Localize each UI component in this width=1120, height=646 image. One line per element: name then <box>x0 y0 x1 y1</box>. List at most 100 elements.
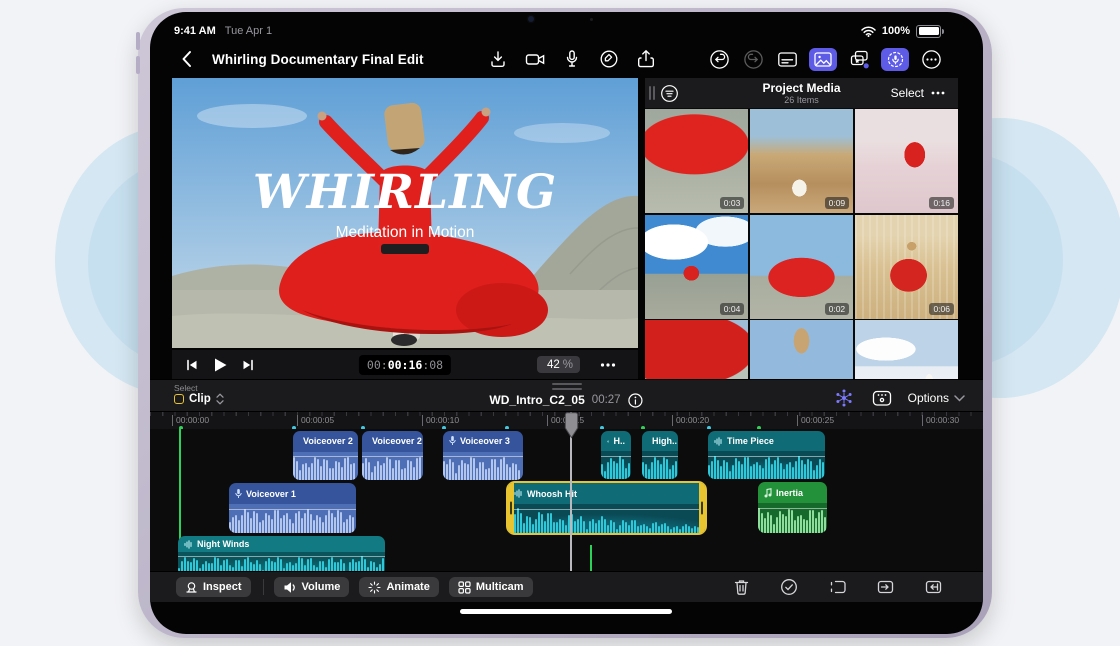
clip-label: H.. <box>613 436 625 446</box>
timecode-hours: 00: <box>367 358 388 372</box>
viewer-subtitle-text: Meditation in Motion <box>336 224 475 241</box>
titles-icon[interactable] <box>775 47 799 71</box>
ruler-tick: 00:00:30 <box>922 415 959 426</box>
viewer-zoom-control[interactable]: 42% <box>537 356 580 373</box>
clip-connection-line <box>590 545 592 571</box>
media-thumbnail[interactable]: 0:03 <box>645 109 748 213</box>
media-panel-header: Project Media 26 Items Select <box>645 78 958 108</box>
chevron-up-down-icon <box>216 393 224 405</box>
record-video-icon[interactable] <box>523 47 547 71</box>
voice-isolation-button[interactable] <box>881 48 909 71</box>
clip-label: Voiceover 2 <box>372 436 422 446</box>
timecode-main: 00:16 <box>388 358 423 372</box>
import-icon[interactable] <box>486 47 510 71</box>
timeline-clip-voiceover1[interactable]: Voiceover 1 <box>229 483 356 533</box>
insert-clip-icon[interactable] <box>873 575 897 599</box>
ruler-tick: 00:00:20 <box>672 415 709 426</box>
zoom-unit: % <box>563 359 573 371</box>
viewer-more-icon[interactable] <box>596 353 620 377</box>
timeline-clip-time-piece[interactable]: Time Piece <box>708 431 825 479</box>
timeline-clip-voiceover3[interactable]: Voiceover 3 <box>443 431 523 480</box>
media-thumbnail[interactable]: 0:16 <box>855 109 958 213</box>
trim-handle-right[interactable] <box>699 483 705 533</box>
inspect-label: Inspect <box>203 581 242 593</box>
media-thumbnail[interactable] <box>855 320 958 379</box>
clip-duration-badge: 0:06 <box>929 303 954 315</box>
timecode-frames: :08 <box>422 358 443 372</box>
effects-browser-icon[interactable] <box>847 47 871 71</box>
volume-button[interactable]: Volume <box>274 577 350 597</box>
undo-icon[interactable] <box>707 47 731 71</box>
media-thumbnail[interactable]: 0:04 <box>645 215 748 319</box>
waveform-icon <box>514 489 523 498</box>
connections-icon[interactable] <box>832 386 856 410</box>
timeline-clip-voiceover2b[interactable]: Voiceover 2 <box>362 431 423 480</box>
media-browser-button[interactable] <box>809 48 837 71</box>
select-tool-icon <box>174 394 184 404</box>
front-camera <box>528 16 534 22</box>
play-button[interactable] <box>208 353 232 377</box>
clip-duration-badge: 0:04 <box>720 303 745 315</box>
transport-bar: 00:00:16:08 42% <box>172 350 638 379</box>
project-media-panel: Project Media 26 Items Select 0:03 0:09 … <box>645 78 958 379</box>
skip-forward-icon[interactable] <box>236 353 260 377</box>
selected-clip-whoosh-hit[interactable]: Whoosh Hit <box>506 481 707 535</box>
timeline-clip-high[interactable]: High.. <box>642 431 678 479</box>
more-icon[interactable] <box>919 47 943 71</box>
multicam-grid-icon <box>458 581 471 594</box>
select-button[interactable]: Select <box>891 86 924 100</box>
info-icon[interactable] <box>628 392 644 408</box>
skip-back-icon[interactable] <box>180 353 204 377</box>
home-indicator[interactable] <box>460 609 672 614</box>
connect-clip-icon[interactable] <box>825 575 849 599</box>
share-icon[interactable] <box>634 47 658 71</box>
redo-icon <box>741 47 765 71</box>
mic-icon[interactable] <box>560 47 584 71</box>
chevron-down-icon <box>954 395 965 402</box>
apple-pencil-icon[interactable] <box>597 47 621 71</box>
options-label: Options <box>908 391 949 405</box>
back-button[interactable] <box>174 47 198 71</box>
animate-icon <box>368 581 381 594</box>
timecode-display[interactable]: 00:00:16:08 <box>359 355 451 375</box>
viewer-title-text: WHIRLING <box>253 165 557 220</box>
animate-button[interactable]: Animate <box>359 577 438 597</box>
multicam-button[interactable]: Multicam <box>449 577 533 597</box>
selected-clip-duration: 00:27 <box>592 394 621 406</box>
volume-up-button <box>136 32 140 50</box>
clip-label: Time Piece <box>727 436 774 446</box>
clip-label: High.. <box>652 436 677 446</box>
ipad-screen: 9:41 AMTue Apr 1 100% Whirling Documenta… <box>150 12 983 634</box>
trim-handle-left[interactable] <box>508 483 514 533</box>
media-grid: 0:03 0:09 0:16 0:04 0:02 0:06 <box>645 109 958 379</box>
timeline-clip-h[interactable]: H.. <box>601 431 631 479</box>
timeline-clip-voiceover2[interactable]: Voiceover 2 <box>293 431 358 480</box>
inspect-button[interactable]: Inspect <box>176 577 251 597</box>
timeline-tracks[interactable]: Voiceover 2 Voiceover 2 Voiceover 3 H.. … <box>150 429 983 571</box>
options-button[interactable]: Options <box>908 391 965 405</box>
timeline-clip-inertia[interactable]: Inertia <box>758 482 827 533</box>
clip-label: Voiceover 1 <box>246 489 296 499</box>
media-thumbnail[interactable] <box>750 320 853 379</box>
media-thumbnail[interactable]: 0:06 <box>855 215 958 319</box>
status-time-date: 9:41 AMTue Apr 1 <box>174 25 272 37</box>
viewer[interactable]: WHIRLING Meditation in Motion <box>172 78 638 348</box>
timeline-grabber[interactable] <box>552 383 582 390</box>
approve-icon[interactable] <box>777 575 801 599</box>
battery-percent: 100% <box>882 25 910 37</box>
clip-label: Voiceover 2 <box>303 436 353 446</box>
clip-label: Night Winds <box>197 539 249 549</box>
multicam-viewer-icon[interactable] <box>870 386 894 410</box>
tool-selector[interactable]: Clip <box>174 393 224 405</box>
clip-label: Voiceover 3 <box>460 436 510 446</box>
media-thumbnail[interactable] <box>645 320 748 379</box>
media-more-icon[interactable] <box>926 81 950 105</box>
selected-clip-name: WD_Intro_C2_05 <box>489 393 584 407</box>
delete-icon[interactable] <box>729 575 753 599</box>
waveform-icon <box>184 540 193 549</box>
media-thumbnail[interactable]: 0:02 <box>750 215 853 319</box>
overwrite-clip-icon[interactable] <box>921 575 945 599</box>
playhead-handle[interactable] <box>564 412 579 439</box>
media-thumbnail[interactable]: 0:09 <box>750 109 853 213</box>
timeline-clip-night-winds[interactable]: Night Winds <box>178 536 385 571</box>
